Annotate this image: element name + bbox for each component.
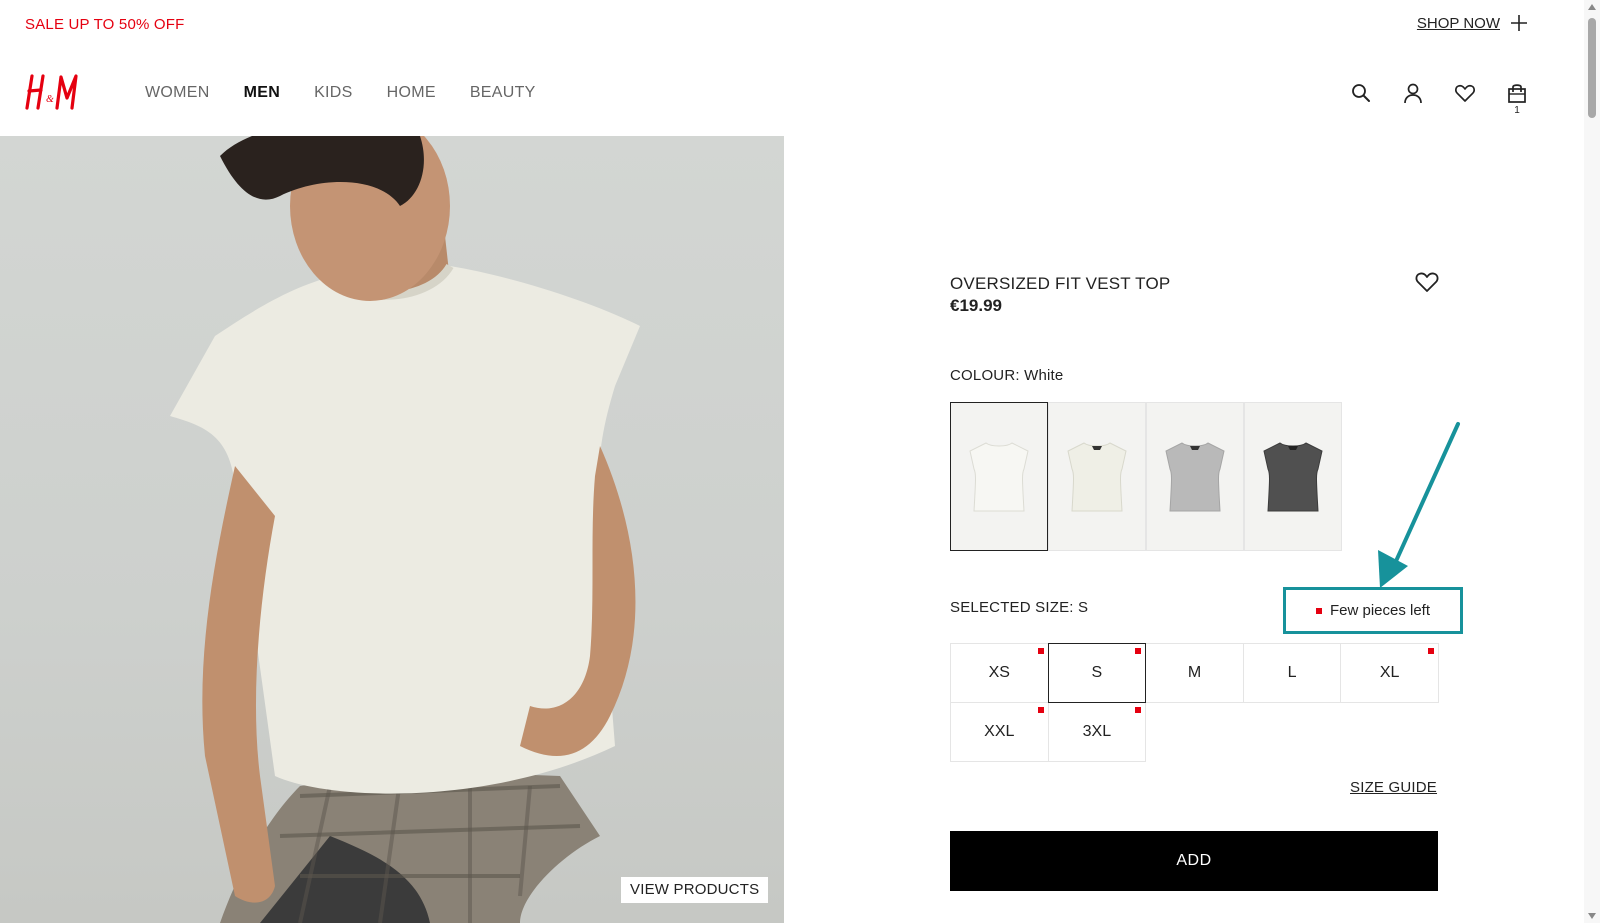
hm-logo[interactable]: &: [24, 72, 80, 112]
size-option-xl[interactable]: XL: [1340, 643, 1439, 703]
add-to-bag-button[interactable]: ADD: [950, 831, 1438, 891]
nav-home[interactable]: HOME: [387, 84, 436, 102]
nav-men[interactable]: MEN: [244, 84, 280, 102]
shop-now-label: SHOP NOW: [1416, 14, 1500, 32]
size-option-xs[interactable]: XS: [950, 643, 1049, 703]
svg-text:&: &: [46, 94, 54, 105]
size-selector: XS S M L XL XXL 3XL: [950, 643, 1439, 762]
size-option-3xl[interactable]: 3XL: [1047, 702, 1147, 762]
header-actions: 1: [1350, 82, 1528, 116]
colour-swatch[interactable]: [1048, 402, 1146, 551]
bag-button[interactable]: 1: [1506, 82, 1528, 116]
nav-kids[interactable]: KIDS: [314, 84, 353, 102]
size-option-xxl[interactable]: XXL: [950, 702, 1049, 762]
size-guide-link[interactable]: SIZE GUIDE: [1350, 779, 1437, 796]
bag-count: 1: [1514, 105, 1520, 116]
promo-bar: SALE UP TO 50% OFF SHOP NOW: [0, 0, 1568, 50]
vest-thumbnail: [1067, 441, 1127, 511]
colour-swatches: [950, 402, 1342, 551]
product-name: OVERSIZED FIT VEST TOP: [950, 274, 1171, 293]
vest-thumbnail: [1165, 441, 1225, 511]
size-label: 3XL: [1082, 723, 1112, 740]
low-stock-indicator: [1037, 648, 1044, 654]
main-nav: WOMEN MEN KIDS HOME BEAUTY: [145, 84, 536, 102]
colour-label: COLOUR: White: [950, 367, 1064, 384]
shopping-bag-icon: [1508, 84, 1526, 103]
colour-swatch[interactable]: [950, 402, 1048, 551]
size-label: XXL: [984, 723, 1015, 740]
plus-icon: [1511, 15, 1527, 31]
model-photo: [170, 136, 640, 923]
size-option-l[interactable]: L: [1242, 643, 1342, 703]
stock-status-highlight: Few pieces left: [1283, 587, 1463, 634]
vest-thumbnail: [1263, 441, 1323, 511]
add-to-favourites-button[interactable]: [1414, 270, 1440, 294]
low-stock-indicator: [1315, 607, 1322, 614]
colour-swatch[interactable]: [1146, 402, 1244, 551]
size-option-m[interactable]: M: [1145, 643, 1244, 703]
low-stock-indicator: [1037, 707, 1044, 713]
page-scrollbar[interactable]: [1584, 0, 1600, 923]
size-label: XL: [1379, 664, 1400, 681]
favourites-button[interactable]: [1454, 82, 1476, 104]
scroll-up-arrow-icon[interactable]: [1587, 3, 1597, 11]
user-icon: [1404, 83, 1422, 104]
account-button[interactable]: [1402, 82, 1424, 104]
size-label: M: [1187, 664, 1202, 681]
view-products-button[interactable]: VIEW PRODUCTS: [621, 877, 769, 903]
low-stock-indicator: [1135, 648, 1142, 654]
colour-swatch[interactable]: [1244, 402, 1342, 551]
heart-icon: [1455, 84, 1475, 102]
size-label: XS: [988, 664, 1010, 681]
size-option-s[interactable]: S: [1047, 643, 1147, 703]
stock-status-text: Few pieces left: [1329, 602, 1431, 619]
shop-now-link[interactable]: SHOP NOW: [1417, 14, 1528, 32]
annotation-arrow: [1378, 422, 1460, 588]
search-icon: [1352, 84, 1370, 102]
site-header: & WOMEN MEN KIDS HOME BEAUTY 1: [0, 60, 1568, 130]
vest-thumbnail: [969, 441, 1029, 511]
scroll-down-arrow-icon[interactable]: [1587, 912, 1597, 920]
nav-women[interactable]: WOMEN: [145, 84, 210, 102]
product-price: €19.99: [950, 296, 1002, 315]
low-stock-indicator: [1135, 707, 1142, 713]
heart-icon: [1415, 272, 1439, 292]
campaign-image[interactable]: VIEW PRODUCTS: [0, 136, 784, 923]
search-button[interactable]: [1350, 82, 1372, 104]
selected-size-label: SELECTED SIZE: S: [950, 599, 1089, 616]
low-stock-indicator: [1427, 648, 1434, 654]
size-label: L: [1287, 664, 1297, 681]
scroll-thumb[interactable]: [1588, 18, 1596, 118]
size-label: S: [1091, 664, 1103, 681]
nav-beauty[interactable]: BEAUTY: [470, 84, 536, 102]
promo-text[interactable]: SALE UP TO 50% OFF: [25, 16, 185, 33]
